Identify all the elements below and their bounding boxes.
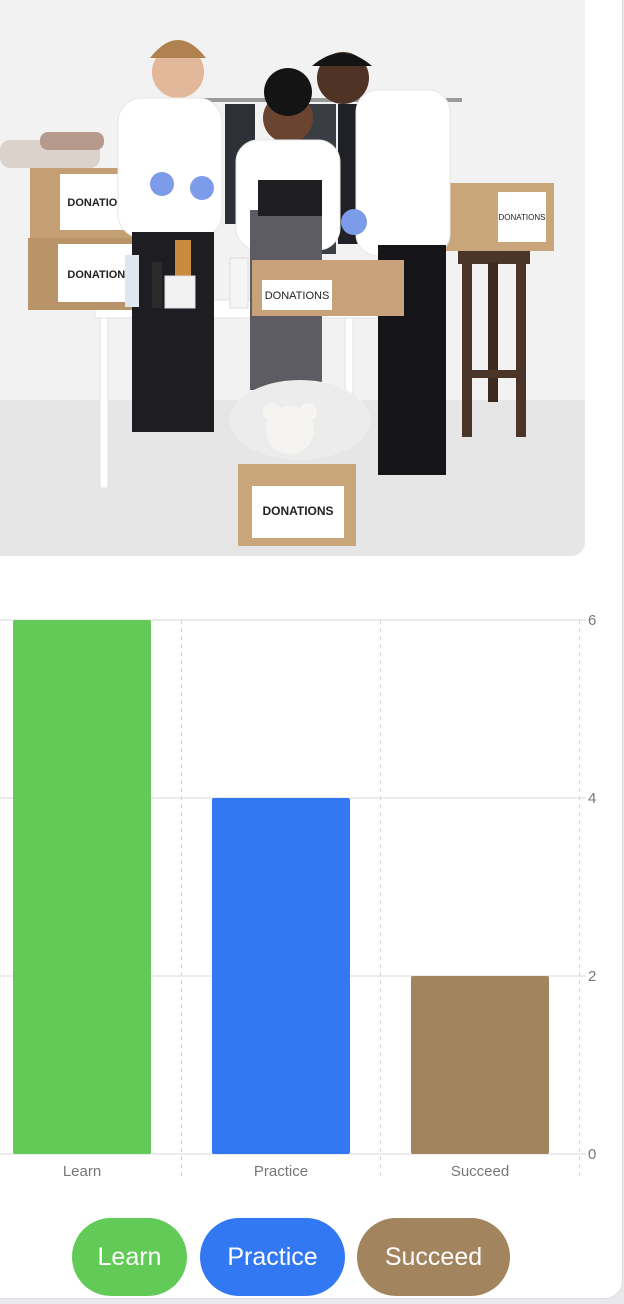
bar-practice	[212, 798, 350, 1154]
bar-chart-svg: 0 2 4 6 Learn Practice Succeed	[0, 612, 596, 1180]
box-label: DONATIONS	[265, 290, 330, 302]
y-tick-label: 4	[588, 790, 596, 807]
x-tick-label: Practice	[254, 1163, 308, 1180]
y-tick-label: 6	[588, 612, 596, 629]
photo-illustration: DONATIONS DONATIONS DONATIONS DONATIONS …	[0, 0, 585, 556]
legend-practice-button[interactable]: Practice	[200, 1218, 345, 1296]
legend-succeed-button[interactable]: Succeed	[357, 1218, 510, 1296]
y-tick-label: 2	[588, 968, 596, 985]
box-label: DONATIONS	[262, 504, 333, 518]
box-label: DONATIONS	[499, 213, 546, 222]
bar-succeed	[411, 976, 549, 1154]
box-label: DONATIONS	[67, 269, 132, 281]
x-tick-label: Learn	[63, 1163, 101, 1180]
bar-learn	[13, 620, 151, 1154]
chart-legend: Learn Practice Succeed	[0, 1218, 622, 1298]
bar-chart: 0 2 4 6 Learn Practice Succeed	[0, 600, 622, 1190]
volunteers-photo: DONATIONS DONATIONS DONATIONS DONATIONS …	[0, 0, 585, 556]
content-card: DONATIONS DONATIONS DONATIONS DONATIONS …	[0, 0, 623, 1299]
x-tick-label: Succeed	[451, 1163, 509, 1180]
y-tick-label: 0	[588, 1146, 596, 1163]
legend-learn-button[interactable]: Learn	[72, 1218, 187, 1296]
